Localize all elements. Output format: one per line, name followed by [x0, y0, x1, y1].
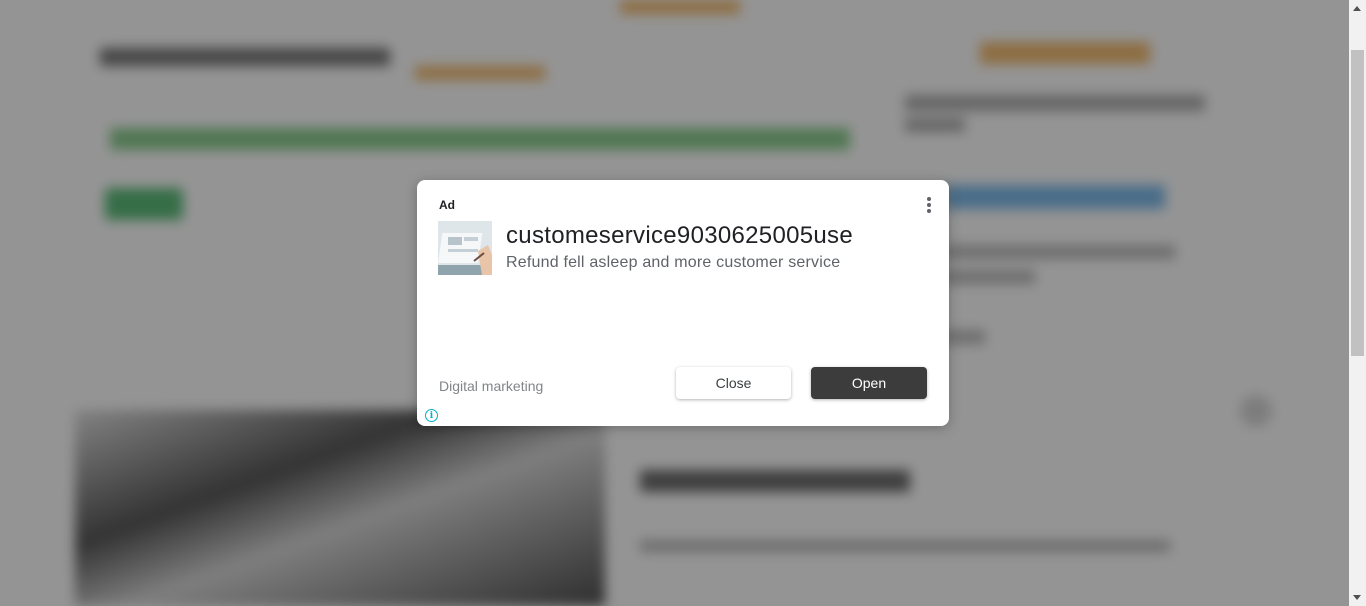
ad-advertiser: Digital marketing [439, 378, 544, 394]
scroll-up-arrow-icon[interactable] [1353, 6, 1361, 11]
close-button[interactable]: Close [676, 367, 791, 399]
scrollbar-thumb[interactable] [1351, 50, 1364, 356]
more-vert-icon[interactable] [922, 195, 936, 215]
info-icon[interactable]: i [425, 409, 438, 422]
ad-headline[interactable]: customeservice9030625005use [506, 222, 853, 250]
scroll-down-arrow-icon[interactable] [1353, 595, 1361, 600]
ad-thumbnail[interactable] [438, 221, 492, 275]
open-button[interactable]: Open [811, 367, 927, 399]
vertical-scrollbar[interactable] [1349, 0, 1366, 606]
ad-label: Ad [439, 198, 455, 212]
ad-description: Refund fell asleep and more customer ser… [506, 254, 841, 271]
ad-dialog: Ad customeservice9030625005use Refund fe… [417, 180, 949, 426]
